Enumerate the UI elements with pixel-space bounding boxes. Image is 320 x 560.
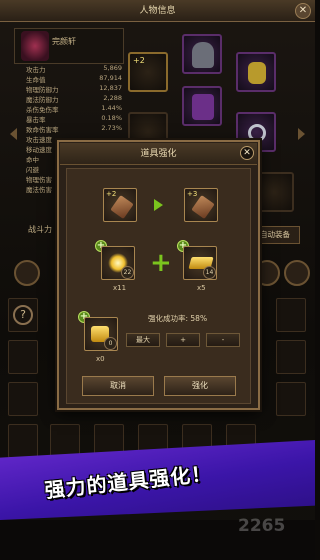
success-rate-text: 强化成功率: 58%: [148, 314, 208, 323]
material-1-badge: 22: [121, 266, 134, 279]
plus-button[interactable]: +: [166, 333, 200, 347]
armor-icon: [192, 94, 214, 120]
weapon-slot[interactable]: +2: [128, 52, 168, 92]
result-level-label: +3: [187, 190, 198, 198]
enhance-button[interactable]: 强化: [164, 376, 236, 396]
material-slot-2[interactable]: 14: [183, 246, 217, 280]
all-filter-button[interactable]: [284, 260, 310, 286]
stat-row: 暴击率 0.18%: [26, 114, 122, 124]
prev-arrow-icon[interactable]: [10, 128, 17, 140]
inventory-slot[interactable]: [276, 382, 306, 416]
inventory-slot[interactable]: [276, 340, 306, 374]
helmet-icon: [192, 42, 214, 68]
stat-row: 生命值 87,914: [26, 74, 122, 84]
helmet-filter-button[interactable]: [14, 260, 40, 286]
stat-row: 致命伤害率 2.73%: [26, 124, 122, 134]
glove-icon: [248, 62, 266, 84]
next-arrow-icon[interactable]: [298, 128, 305, 140]
window-title-bar: 人物信息: [0, 0, 315, 22]
glove-slot[interactable]: [236, 52, 276, 92]
help-icon: ?: [13, 305, 33, 325]
catalyst-count: x0: [96, 355, 105, 363]
catalyst-badge: 0: [104, 337, 117, 350]
window-title: 人物信息: [139, 6, 176, 16]
wrench-icon: [191, 195, 215, 219]
inventory-slot[interactable]: [8, 424, 38, 458]
stat-row: 物理防御力 12,837: [26, 84, 122, 94]
material-1-count: x11: [113, 284, 127, 292]
dialog-title-bar: 道具强化: [60, 143, 257, 165]
dialog-title: 道具强化: [140, 149, 177, 159]
stat-row: 攻击力 5,869: [26, 64, 122, 74]
inventory-slot[interactable]: [8, 382, 38, 416]
battle-power-label: 战斗力: [28, 225, 52, 234]
max-button[interactable]: 最大: [126, 333, 160, 347]
material-2-badge: 14: [203, 266, 216, 279]
stat-row: 魔法防御力 2,288: [26, 94, 122, 104]
plus-icon: +: [150, 248, 172, 278]
material-2-count: x5: [197, 284, 206, 292]
armor-slot[interactable]: [182, 86, 222, 126]
inventory-slot[interactable]: ?: [8, 298, 38, 332]
dialog-close-button[interactable]: ✕: [240, 146, 254, 160]
belt-slot[interactable]: [254, 172, 294, 212]
weapon-level-label: +2: [133, 56, 145, 65]
catalyst-slot[interactable]: 0: [84, 317, 118, 351]
arrow-right-icon: [154, 199, 163, 211]
source-level-label: +2: [106, 190, 117, 198]
cancel-button[interactable]: 取消: [82, 376, 154, 396]
character-name: 完颜轩: [52, 37, 76, 46]
helmet-slot[interactable]: [182, 34, 222, 74]
material-slot-1[interactable]: 22: [101, 246, 135, 280]
inventory-slot[interactable]: [50, 424, 80, 458]
source-item-slot[interactable]: +2: [103, 188, 137, 222]
character-avatar-icon: [21, 31, 49, 61]
stat-row: 杀伤免伤率 1.44%: [26, 104, 122, 114]
result-item-slot: +3: [184, 188, 218, 222]
inventory-slot[interactable]: [8, 340, 38, 374]
minus-button[interactable]: -: [206, 333, 240, 347]
site-watermark: 2265: [238, 516, 286, 536]
window-close-button[interactable]: ✕: [295, 3, 311, 19]
wrench-icon: [110, 195, 134, 219]
inventory-slot[interactable]: [276, 298, 306, 332]
